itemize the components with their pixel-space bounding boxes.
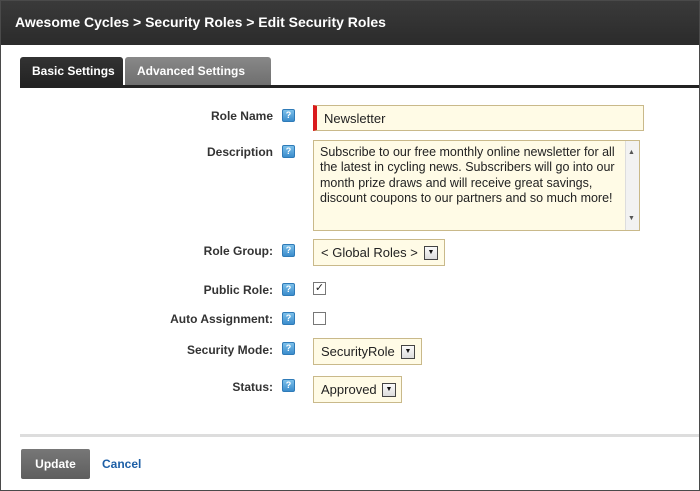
help-icon[interactable]: ? — [282, 109, 295, 122]
cancel-link[interactable]: Cancel — [102, 457, 141, 471]
role-name-input[interactable]: Newsletter — [313, 105, 644, 131]
status-value: Approved — [321, 382, 377, 397]
auto-assignment-label: Auto Assignment: — [170, 312, 273, 326]
tab-underline — [20, 85, 699, 88]
tab-advanced-settings[interactable]: Advanced Settings — [125, 57, 271, 86]
role-group-value: < Global Roles > — [321, 245, 418, 260]
security-mode-select[interactable]: SecurityRole ▼ — [313, 338, 422, 365]
breadcrumb: Awesome Cycles > Security Roles > Edit S… — [1, 1, 699, 45]
help-icon[interactable]: ? — [282, 145, 295, 158]
status-select[interactable]: Approved ▼ — [313, 376, 402, 403]
edit-security-roles-window: Awesome Cycles > Security Roles > Edit S… — [0, 0, 700, 491]
security-mode-value: SecurityRole — [321, 344, 395, 359]
chevron-down-icon[interactable]: ▼ — [401, 345, 415, 359]
role-name-value: Newsletter — [324, 111, 386, 126]
divider — [20, 434, 699, 437]
update-button[interactable]: Update — [21, 449, 90, 479]
chevron-down-icon[interactable]: ▼ — [382, 383, 396, 397]
help-icon[interactable]: ? — [282, 379, 295, 392]
chevron-down-icon[interactable]: ▼ — [424, 246, 438, 260]
description-value: Subscribe to our free monthly online new… — [320, 145, 615, 206]
description-scrollbar[interactable]: ▲ ▼ — [625, 141, 639, 230]
scroll-down-arrow-icon[interactable]: ▼ — [628, 211, 635, 226]
status-label: Status: — [232, 380, 273, 394]
tab-basic-settings[interactable]: Basic Settings — [20, 57, 123, 86]
update-button-label: Update — [35, 457, 76, 471]
tab-advanced-settings-label: Advanced Settings — [137, 64, 246, 78]
help-icon[interactable]: ? — [282, 244, 295, 257]
tab-basic-settings-label: Basic Settings — [32, 64, 115, 78]
description-label: Description — [206, 145, 273, 159]
help-icon[interactable]: ? — [282, 312, 295, 325]
security-mode-label: Security Mode: — [186, 343, 273, 357]
role-name-label: Role Name — [210, 109, 273, 123]
cancel-link-label: Cancel — [102, 457, 142, 471]
breadcrumb-text: Awesome Cycles > Security Roles > Edit S… — [15, 14, 386, 30]
role-group-select[interactable]: < Global Roles > ▼ — [313, 239, 445, 266]
scroll-up-arrow-icon[interactable]: ▲ — [628, 145, 635, 160]
auto-assignment-checkbox[interactable] — [313, 312, 326, 325]
checkmark-icon: ✓ — [314, 282, 325, 294]
role-group-label: Role Group: — [203, 244, 273, 258]
description-textarea[interactable]: Subscribe to our free monthly online new… — [313, 140, 640, 231]
public-role-checkbox[interactable]: ✓ — [313, 282, 326, 295]
help-icon[interactable]: ? — [282, 342, 295, 355]
help-icon[interactable]: ? — [282, 283, 295, 296]
public-role-label: Public Role: — [203, 283, 273, 297]
